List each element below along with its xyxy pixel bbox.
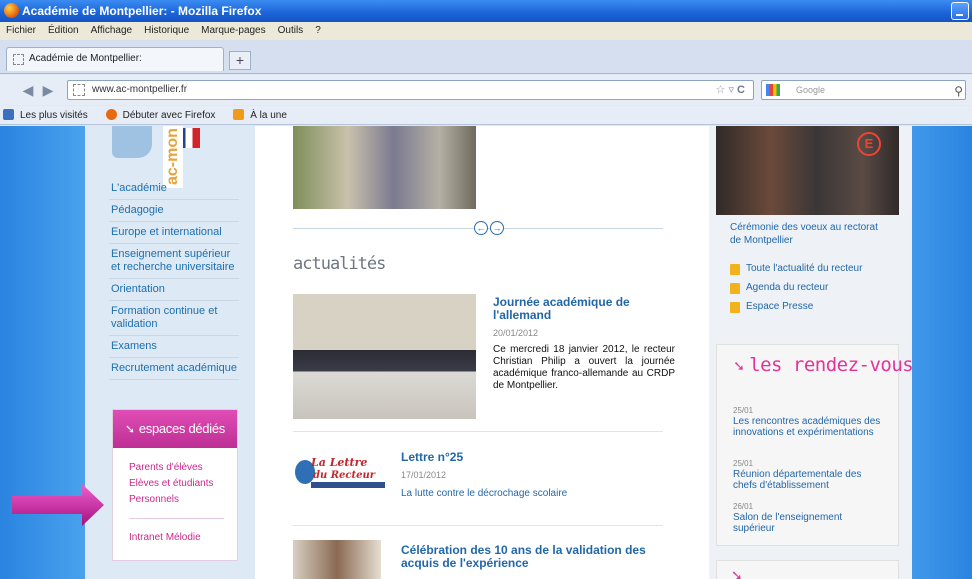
event-date: 25/01 <box>733 459 754 468</box>
menu-edition[interactable]: Édition <box>48 25 79 36</box>
menu-historique[interactable]: Historique <box>144 25 189 36</box>
web-content: ac-mon L'académie Pédagogie Europe et in… <box>0 126 972 579</box>
search-placeholder: Google <box>796 85 826 95</box>
minimize-button[interactable] <box>951 2 969 20</box>
next-box: ➘ <box>716 560 899 579</box>
window-title: Académie de Montpellier: - Mozilla Firef… <box>22 4 262 18</box>
menu-fichier[interactable]: Fichier <box>6 25 36 36</box>
rendezvous-header: ➘ les rendez-vous <box>734 354 914 376</box>
bookmarks-bar: Les plus visités Débuter avec Firefox À … <box>0 106 972 125</box>
link-actualite-recteur[interactable]: Toute l'actualité du recteur <box>730 263 862 275</box>
rendezvous-title: les rendez-vous <box>749 354 914 376</box>
forward-arrow-icon[interactable]: ▶ <box>38 82 58 99</box>
lettre-du-recteur-logo: La Lettre du Recteur <box>295 456 385 488</box>
search-icon[interactable]: ⚲ <box>954 82 963 100</box>
news-date: 20/01/2012 <box>493 328 539 338</box>
espaces-title: espaces dédiés <box>138 421 225 436</box>
menu-marque-pages[interactable]: Marque-pages <box>201 25 265 36</box>
firefox-icon <box>105 109 117 120</box>
event-title[interactable]: Réunion départementale des chefs d'établ… <box>733 469 883 491</box>
slider-controls: ← → <box>474 221 508 237</box>
bookmark-plus-visites[interactable]: Les plus visités <box>3 109 94 121</box>
region-map-icon <box>112 126 152 158</box>
logo-text: du Recteur <box>313 470 376 481</box>
espaces-dedies-box: ➘ espaces dédiés Parents d'élèves Elèves … <box>112 409 238 561</box>
page-icon <box>13 54 24 65</box>
new-tab-button[interactable]: + <box>229 51 251 70</box>
menu-affichage[interactable]: Affichage <box>91 25 133 36</box>
news-image[interactable] <box>293 294 476 419</box>
menu-bar: Fichier Édition Affichage Historique Marque-… <box>0 22 972 40</box>
news-link[interactable]: La lutte contre le décrochage scolaire <box>401 488 567 499</box>
firefox-window: Académie de Montpellier: - Mozilla Firef… <box>0 0 972 579</box>
google-icon[interactable] <box>766 84 780 96</box>
tab-title: Académie de Montpellier: <box>29 53 142 64</box>
nav-item-examens[interactable]: Examens <box>109 336 239 358</box>
arrow-down-right-icon: ➘ <box>125 422 135 436</box>
ceremony-photo[interactable]: E <box>716 126 899 215</box>
bookmark-label: À la une <box>250 110 287 121</box>
arrow-down-right-icon: ➘ <box>731 567 743 579</box>
bookmark-label: Débuter avec Firefox <box>122 110 216 121</box>
bookmark-star-icon[interactable]: ☆ ▿ C <box>716 81 745 99</box>
link-eleves[interactable]: Elèves et étudiants <box>129 478 214 489</box>
divider <box>293 525 663 526</box>
nav-item-pedagogie[interactable]: Pédagogie <box>109 200 239 222</box>
news-title[interactable]: Célébration des 10 ans de la validation … <box>401 544 671 570</box>
title-bar: Académie de Montpellier: - Mozilla Firef… <box>0 0 972 22</box>
link-personnels[interactable]: Personnels <box>129 494 179 505</box>
bookmark-label: Les plus visités <box>20 110 88 121</box>
news-summary: Ce mercredi 18 janvier 2012, le recteur … <box>493 344 675 391</box>
pointer-arrow-icon <box>12 484 104 526</box>
link-parents[interactable]: Parents d'élèves <box>129 462 203 473</box>
logo-text: La Lettre <box>310 456 367 469</box>
news-title[interactable]: Journée académique de l'allemand <box>493 296 663 322</box>
firefox-icon <box>4 3 19 18</box>
back-arrow-icon[interactable]: ◀ <box>18 82 38 99</box>
nav-item-recrutement[interactable]: Recrutement académique <box>109 358 239 380</box>
slider-next-button[interactable]: → <box>490 221 504 235</box>
news-image[interactable]: La Lettre du Recteur <box>293 448 388 495</box>
tab-academie[interactable]: Académie de Montpellier: <box>6 47 224 71</box>
nav-item-academie[interactable]: L'académie <box>109 178 239 200</box>
main-navigation: L'académie Pédagogie Europe et internati… <box>109 178 239 380</box>
event-date: 25/01 <box>733 406 754 415</box>
link-intranet-melodie[interactable]: Intranet Mélodie <box>129 532 201 543</box>
photo-caption[interactable]: Cérémonie des voeux au rectorat de Montp… <box>730 221 890 247</box>
menu-outils[interactable]: Outils <box>278 25 304 36</box>
site-identity-icon[interactable] <box>73 84 85 96</box>
hero-photo[interactable] <box>293 126 476 209</box>
tab-bar: Académie de Montpellier: + <box>0 40 972 74</box>
divider <box>129 518 224 519</box>
arrow-down-right-icon: ➘ <box>734 356 744 375</box>
event-title[interactable]: Les rencontres académiques des innovatio… <box>733 416 883 438</box>
event-title[interactable]: Salon de l'enseignement supérieur <box>733 512 883 534</box>
url-bar[interactable]: www.ac-montpellier.fr ☆ ▿ C <box>67 80 754 100</box>
nav-item-enseignement-superieur[interactable]: Enseignement supérieur et recherche univ… <box>109 244 239 279</box>
rss-icon <box>233 109 245 120</box>
navigation-toolbar: ◀ ▶ www.ac-montpellier.fr ☆ ▿ C Google ⚲ <box>0 75 972 105</box>
menu-help[interactable]: ? <box>315 25 321 36</box>
url-text: www.ac-montpellier.fr <box>92 84 188 95</box>
search-bar[interactable]: Google ⚲ <box>761 80 966 100</box>
logo-e-icon: E <box>857 132 881 156</box>
bookmark-a-la-une[interactable]: À la une <box>233 109 293 121</box>
news-date: 17/01/2012 <box>401 470 447 480</box>
espaces-dedies-header: ➘ espaces dédiés <box>113 410 237 448</box>
slider-prev-button[interactable]: ← <box>474 221 488 235</box>
divider <box>293 431 663 432</box>
section-title: actualités <box>293 254 386 274</box>
link-agenda-recteur[interactable]: Agenda du recteur <box>730 282 828 294</box>
bookmark-debuter[interactable]: Débuter avec Firefox <box>105 109 222 121</box>
link-espace-presse[interactable]: Espace Presse <box>730 301 813 313</box>
event-date: 26/01 <box>733 502 754 511</box>
news-title[interactable]: Lettre n°25 <box>401 451 463 464</box>
bookmark-folder-icon <box>3 109 14 120</box>
news-image[interactable] <box>293 540 381 579</box>
nav-item-orientation[interactable]: Orientation <box>109 279 239 301</box>
nav-item-formation[interactable]: Formation continue et validation <box>109 301 239 336</box>
nav-item-europe[interactable]: Europe et international <box>109 222 239 244</box>
